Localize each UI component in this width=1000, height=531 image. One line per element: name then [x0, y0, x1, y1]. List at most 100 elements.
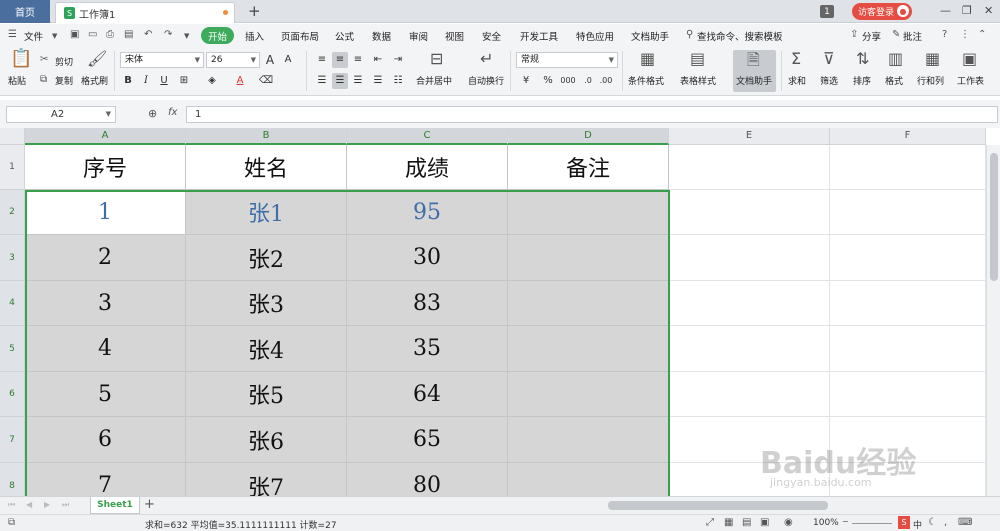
- table-cell[interactable]: [830, 417, 986, 463]
- table-cell[interactable]: [669, 372, 830, 417]
- cut-button[interactable]: 剪切: [55, 55, 73, 68]
- table-cell[interactable]: [830, 281, 986, 326]
- menu-developer[interactable]: 开发工具: [520, 29, 558, 43]
- sort-icon[interactable]: ⇅: [856, 51, 869, 67]
- italic-icon[interactable]: I: [138, 73, 154, 89]
- paste-button[interactable]: 粘贴: [8, 74, 26, 87]
- align-right-icon[interactable]: ☰: [350, 73, 366, 89]
- menu-page-layout[interactable]: 页面布局: [281, 29, 319, 43]
- annotate-button[interactable]: 批注: [903, 29, 922, 43]
- help-icon[interactable]: ?: [942, 29, 947, 40]
- copy-button[interactable]: 复制: [55, 74, 73, 87]
- table-cell[interactable]: [669, 190, 830, 235]
- guest-login-button[interactable]: 访客登录 ●: [852, 3, 912, 20]
- print-icon[interactable]: ⎙: [106, 29, 114, 40]
- table-style-icon[interactable]: ▤: [690, 51, 705, 67]
- menu-security[interactable]: 安全: [482, 29, 501, 43]
- redo-icon[interactable]: ↷: [164, 29, 172, 40]
- collapse-ribbon-icon[interactable]: ⌃: [978, 29, 986, 40]
- first-sheet-icon[interactable]: ⏮: [8, 500, 15, 510]
- sheet-tab-sheet1[interactable]: Sheet1: [90, 497, 140, 514]
- menu-file[interactable]: 文件: [24, 29, 43, 43]
- font-color-icon[interactable]: A: [232, 73, 248, 89]
- filter-icon[interactable]: ⊽: [823, 51, 835, 67]
- menu-review[interactable]: 审阅: [409, 29, 428, 43]
- format-button[interactable]: 格式: [885, 74, 903, 87]
- row-header-2[interactable]: 2: [0, 190, 25, 235]
- window-count-badge[interactable]: 1: [820, 5, 834, 18]
- worksheet-icon[interactable]: ▣: [962, 51, 977, 67]
- table-cell[interactable]: [508, 281, 669, 326]
- table-cell[interactable]: [669, 281, 830, 326]
- zoom-out-icon[interactable]: −: [842, 517, 849, 526]
- menu-formulas[interactable]: 公式: [335, 29, 354, 43]
- formula-input[interactable]: 1: [186, 106, 998, 123]
- header-cell[interactable]: 姓名: [186, 145, 347, 190]
- moon-icon[interactable]: ☾: [928, 517, 937, 528]
- print-preview-icon[interactable]: ▤: [124, 29, 133, 40]
- share-icon[interactable]: ⇪: [850, 29, 858, 40]
- menu-view[interactable]: 视图: [445, 29, 464, 43]
- add-sheet-button[interactable]: +: [144, 497, 155, 512]
- table-cell[interactable]: 64: [347, 372, 508, 417]
- annotate-icon[interactable]: ✎: [892, 29, 900, 40]
- keyboard-icon[interactable]: ⌨: [958, 517, 972, 528]
- conditional-format-icon[interactable]: ▦: [640, 51, 655, 67]
- thousands-icon[interactable]: 000: [560, 73, 576, 89]
- row-header-3[interactable]: 3: [0, 235, 25, 281]
- row-header-1[interactable]: 1: [0, 145, 25, 190]
- paste-icon[interactable]: 📋: [10, 50, 32, 68]
- table-cell[interactable]: 1: [25, 190, 186, 235]
- table-cell[interactable]: 张3: [186, 281, 347, 326]
- number-format-select[interactable]: 常规 ▼: [516, 52, 618, 68]
- doc-assistant-button[interactable]: 🗎 文档助手: [733, 50, 776, 92]
- fx-icon[interactable]: fx: [168, 107, 177, 118]
- horizontal-scroll-thumb[interactable]: [608, 501, 828, 510]
- align-middle-icon[interactable]: ≡: [332, 52, 348, 68]
- format-painter-button[interactable]: 格式刷: [81, 74, 108, 87]
- table-cell[interactable]: 83: [347, 281, 508, 326]
- minimize-icon[interactable]: —: [940, 4, 951, 17]
- font-name-select[interactable]: 宋体 ▼: [120, 52, 204, 68]
- header-cell[interactable]: 备注: [508, 145, 669, 190]
- document-tab[interactable]: S 工作簿1: [55, 2, 235, 23]
- table-cell[interactable]: 30: [347, 235, 508, 281]
- hamburger-icon[interactable]: ☰: [8, 29, 17, 40]
- row-col-button[interactable]: 行和列: [917, 74, 944, 87]
- vertical-scrollbar[interactable]: [986, 145, 1000, 496]
- table-cell[interactable]: 张2: [186, 235, 347, 281]
- table-cell[interactable]: [508, 190, 669, 235]
- column-header-b[interactable]: B: [186, 128, 347, 145]
- eye-protection-icon[interactable]: ◉: [784, 517, 793, 528]
- table-cell[interactable]: [669, 463, 830, 496]
- page-layout-view-icon[interactable]: ▣: [760, 517, 769, 528]
- table-cell[interactable]: 2: [25, 235, 186, 281]
- table-cell[interactable]: 3: [25, 281, 186, 326]
- open-folder-icon[interactable]: ▭: [88, 29, 97, 40]
- copy-icon[interactable]: ⧉: [40, 72, 47, 88]
- column-header-a[interactable]: A: [25, 128, 186, 145]
- command-search[interactable]: 查找命令、搜索模板: [697, 29, 783, 43]
- justify-icon[interactable]: ☰: [370, 73, 386, 89]
- fill-color-icon[interactable]: ◈: [204, 73, 220, 89]
- last-sheet-icon[interactable]: ⏭: [62, 500, 69, 510]
- filter-button[interactable]: 筛选: [820, 74, 838, 87]
- sort-button[interactable]: 排序: [853, 74, 871, 87]
- border-icon[interactable]: ⊞: [176, 73, 192, 89]
- table-cell[interactable]: [830, 235, 986, 281]
- header-cell[interactable]: [830, 145, 986, 190]
- normal-view-icon[interactable]: ▦: [724, 517, 733, 528]
- decrease-decimal-icon[interactable]: .00: [598, 73, 614, 89]
- format-icon[interactable]: ▥: [888, 51, 903, 67]
- column-header-e[interactable]: E: [669, 128, 830, 145]
- zoom-search-icon[interactable]: ⊕: [148, 107, 157, 120]
- save-icon[interactable]: ▣: [70, 29, 79, 40]
- table-cell[interactable]: 5: [25, 372, 186, 417]
- conditional-format-button[interactable]: 条件格式: [628, 74, 664, 87]
- home-tab[interactable]: 首页: [0, 0, 50, 23]
- percent-icon[interactable]: %: [540, 73, 556, 89]
- table-cell[interactable]: 张5: [186, 372, 347, 417]
- format-painter-icon[interactable]: 🖌: [87, 51, 107, 67]
- indent-increase-icon[interactable]: ⇥: [390, 52, 406, 68]
- increase-decimal-icon[interactable]: .0: [580, 73, 596, 89]
